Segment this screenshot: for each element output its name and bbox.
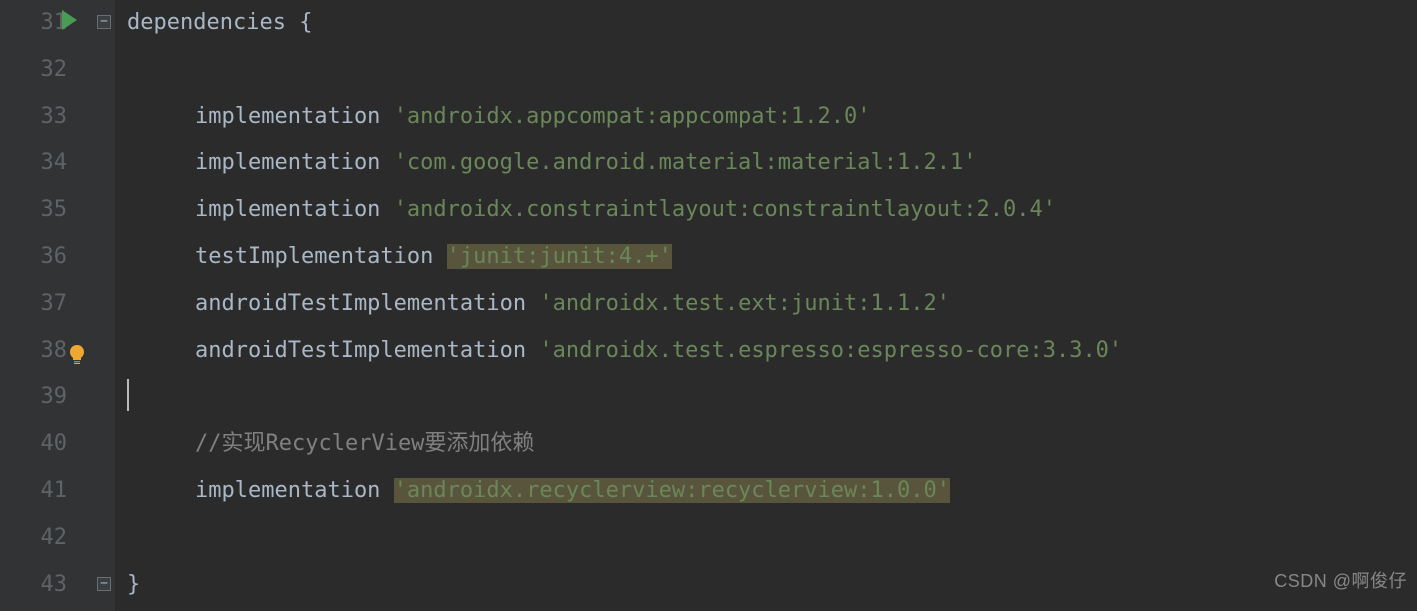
method-call: implementation — [195, 150, 380, 175]
brace: { — [299, 10, 312, 35]
line-number: 36 — [0, 234, 95, 281]
line-number: 34 — [0, 140, 95, 187]
method-call: androidTestImplementation — [195, 338, 526, 363]
code-line[interactable]: implementation 'com.google.android.mater… — [127, 140, 1417, 187]
line-number: 37 — [0, 281, 95, 328]
string-literal: 'androidx.appcompat:appcompat:1.2.0' — [394, 104, 871, 129]
code-line[interactable]: androidTestImplementation 'androidx.test… — [127, 328, 1417, 375]
code-line[interactable]: //实现RecyclerView要添加依赖 — [127, 421, 1417, 468]
string-literal: 'androidx.test.ext:junit:1.1.2' — [539, 291, 950, 316]
code-editor[interactable]: 31 32 33 34 35 36 37 38 39 40 41 42 43 d… — [0, 0, 1417, 611]
line-number: 43 — [0, 562, 95, 609]
code-line[interactable] — [127, 47, 1417, 94]
intention-bulb-icon[interactable] — [65, 338, 89, 362]
line-number: 40 — [0, 421, 95, 468]
code-line[interactable]: implementation 'androidx.constraintlayou… — [127, 187, 1417, 234]
fold-toggle-icon[interactable] — [97, 15, 111, 29]
line-number: 32 — [0, 47, 95, 94]
line-number: 39 — [0, 374, 95, 421]
code-line[interactable]: androidTestImplementation 'androidx.test… — [127, 281, 1417, 328]
fold-column — [95, 0, 115, 611]
code-line[interactable]: dependencies { — [127, 0, 1417, 47]
code-line[interactable]: implementation 'androidx.appcompat:appco… — [127, 94, 1417, 141]
run-icon[interactable] — [62, 10, 77, 30]
method-call: testImplementation — [195, 244, 433, 269]
line-number: 41 — [0, 468, 95, 515]
method-call: implementation — [195, 197, 380, 222]
line-number: 31 — [0, 0, 95, 47]
string-literal: 'junit:junit:4.+' — [447, 244, 672, 269]
line-number: 42 — [0, 515, 95, 562]
line-number: 33 — [0, 94, 95, 141]
string-literal: 'androidx.recyclerview:recyclerview:1.0.… — [394, 478, 950, 503]
gutter: 31 32 33 34 35 36 37 38 39 40 41 42 43 — [0, 0, 95, 611]
code-line[interactable] — [127, 515, 1417, 562]
code-line[interactable]: } — [127, 562, 1417, 609]
method-call: implementation — [195, 104, 380, 129]
watermark: CSDN @啊俊仔 — [1274, 558, 1407, 605]
keyword: dependencies — [127, 10, 286, 35]
fold-toggle-icon[interactable] — [97, 577, 111, 591]
code-line[interactable]: implementation 'androidx.recyclerview:re… — [127, 468, 1417, 515]
string-literal: 'com.google.android.material:material:1.… — [394, 150, 977, 175]
code-line[interactable] — [127, 374, 1417, 421]
string-literal: 'androidx.constraintlayout:constraintlay… — [394, 197, 1056, 222]
method-call: implementation — [195, 478, 380, 503]
string-literal: 'androidx.test.espresso:espresso-core:3.… — [539, 338, 1122, 363]
brace: } — [127, 572, 140, 597]
code-line[interactable]: testImplementation 'junit:junit:4.+' — [127, 234, 1417, 281]
method-call: androidTestImplementation — [195, 291, 526, 316]
code-area[interactable]: dependencies { implementation 'androidx.… — [115, 0, 1417, 611]
comment: //实现RecyclerView要添加依赖 — [195, 431, 534, 456]
text-caret — [127, 379, 129, 411]
line-number: 35 — [0, 187, 95, 234]
